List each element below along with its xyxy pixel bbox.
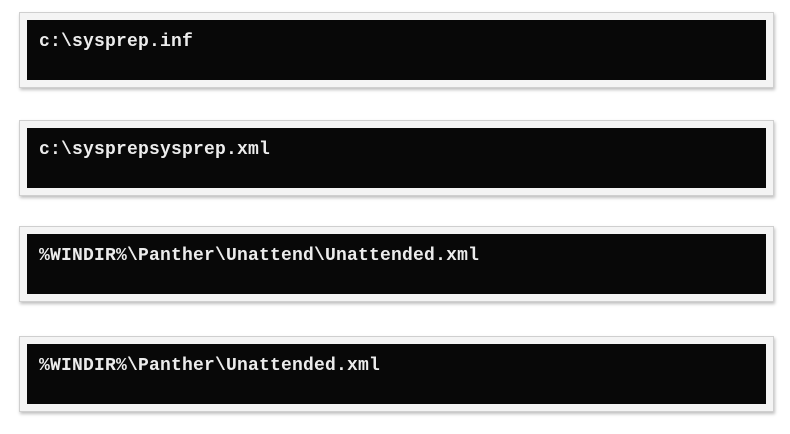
- command-path-list: c:\sysprep.inf c:\sysprepsysprep.xml %WI…: [0, 0, 790, 434]
- terminal-box: %WINDIR%\Panther\Unattend\Unattended.xml: [19, 226, 774, 302]
- terminal-box: c:\sysprepsysprep.xml: [19, 120, 774, 196]
- terminal-window: c:\sysprepsysprep.xml: [27, 128, 766, 188]
- terminal-path-text: c:\sysprepsysprep.xml: [39, 140, 271, 160]
- terminal-window: c:\sysprep.inf: [27, 20, 766, 80]
- terminal-path-text: c:\sysprep.inf: [39, 32, 194, 52]
- terminal-window: %WINDIR%\Panther\Unattend\Unattended.xml: [27, 234, 766, 294]
- terminal-box: c:\sysprep.inf: [19, 12, 774, 88]
- terminal-path-text: %WINDIR%\Panther\Unattended.xml: [39, 356, 381, 376]
- terminal-window: %WINDIR%\Panther\Unattended.xml: [27, 344, 766, 404]
- terminal-path-text: %WINDIR%\Panther\Unattend\Unattended.xml: [39, 246, 480, 266]
- terminal-box: %WINDIR%\Panther\Unattended.xml: [19, 336, 774, 412]
